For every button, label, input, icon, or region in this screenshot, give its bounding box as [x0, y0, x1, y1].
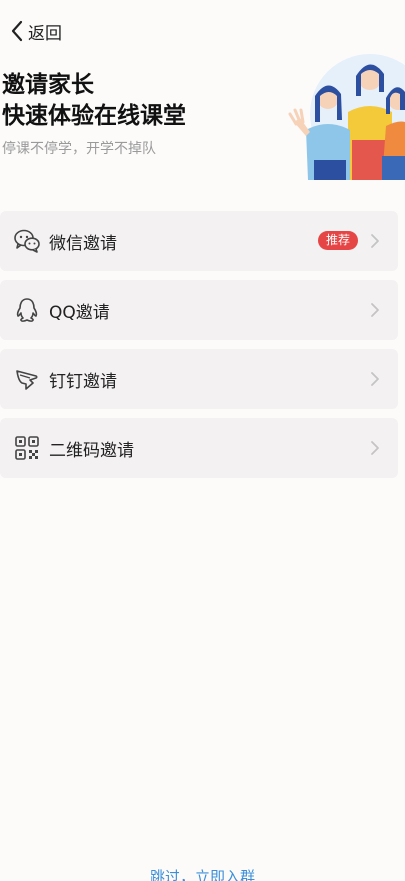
chevron-left-icon — [11, 20, 23, 42]
chevron-right-icon — [371, 234, 379, 248]
invite-option-qq[interactable]: QQ邀请 — [0, 280, 398, 340]
chevron-right-icon — [371, 441, 379, 455]
title-line-1: 邀请家长 — [2, 72, 94, 98]
invite-option-label: QQ邀请 — [49, 302, 110, 323]
qq-icon — [13, 296, 41, 324]
invite-option-list: 微信邀请 推荐 QQ邀请 钉钉邀请 二维码邀请 — [0, 211, 398, 487]
invite-option-wechat[interactable]: 微信邀请 推荐 — [0, 211, 398, 271]
back-button[interactable]: 返回 — [4, 15, 68, 48]
back-label: 返回 — [28, 23, 62, 44]
invite-option-dingtalk[interactable]: 钉钉邀请 — [0, 349, 398, 409]
recommended-badge: 推荐 — [317, 231, 358, 250]
chevron-right-icon — [371, 372, 379, 386]
dingtalk-icon — [13, 365, 41, 393]
invite-option-label: 钉钉邀请 — [49, 371, 117, 392]
invite-option-qrcode[interactable]: 二维码邀请 — [0, 418, 398, 478]
page-title: 邀请家长 快速体验在线课堂 — [2, 70, 186, 132]
title-line-2: 快速体验在线课堂 — [2, 103, 186, 129]
family-illustration — [288, 54, 405, 180]
page-subtitle: 停课不停学，开学不掉队 — [2, 141, 156, 157]
invite-option-label: 二维码邀请 — [49, 440, 134, 461]
wechat-icon — [13, 227, 41, 255]
top-bar: 返回 — [0, 14, 405, 48]
invite-option-label: 微信邀请 — [49, 233, 117, 254]
chevron-right-icon — [371, 303, 379, 317]
skip-join-group-link[interactable]: 跳过，立即入群 — [0, 866, 405, 881]
hero-section: 邀请家长 快速体验在线课堂 停课不停学，开学不掉队 — [0, 54, 405, 186]
qrcode-icon — [13, 434, 41, 462]
